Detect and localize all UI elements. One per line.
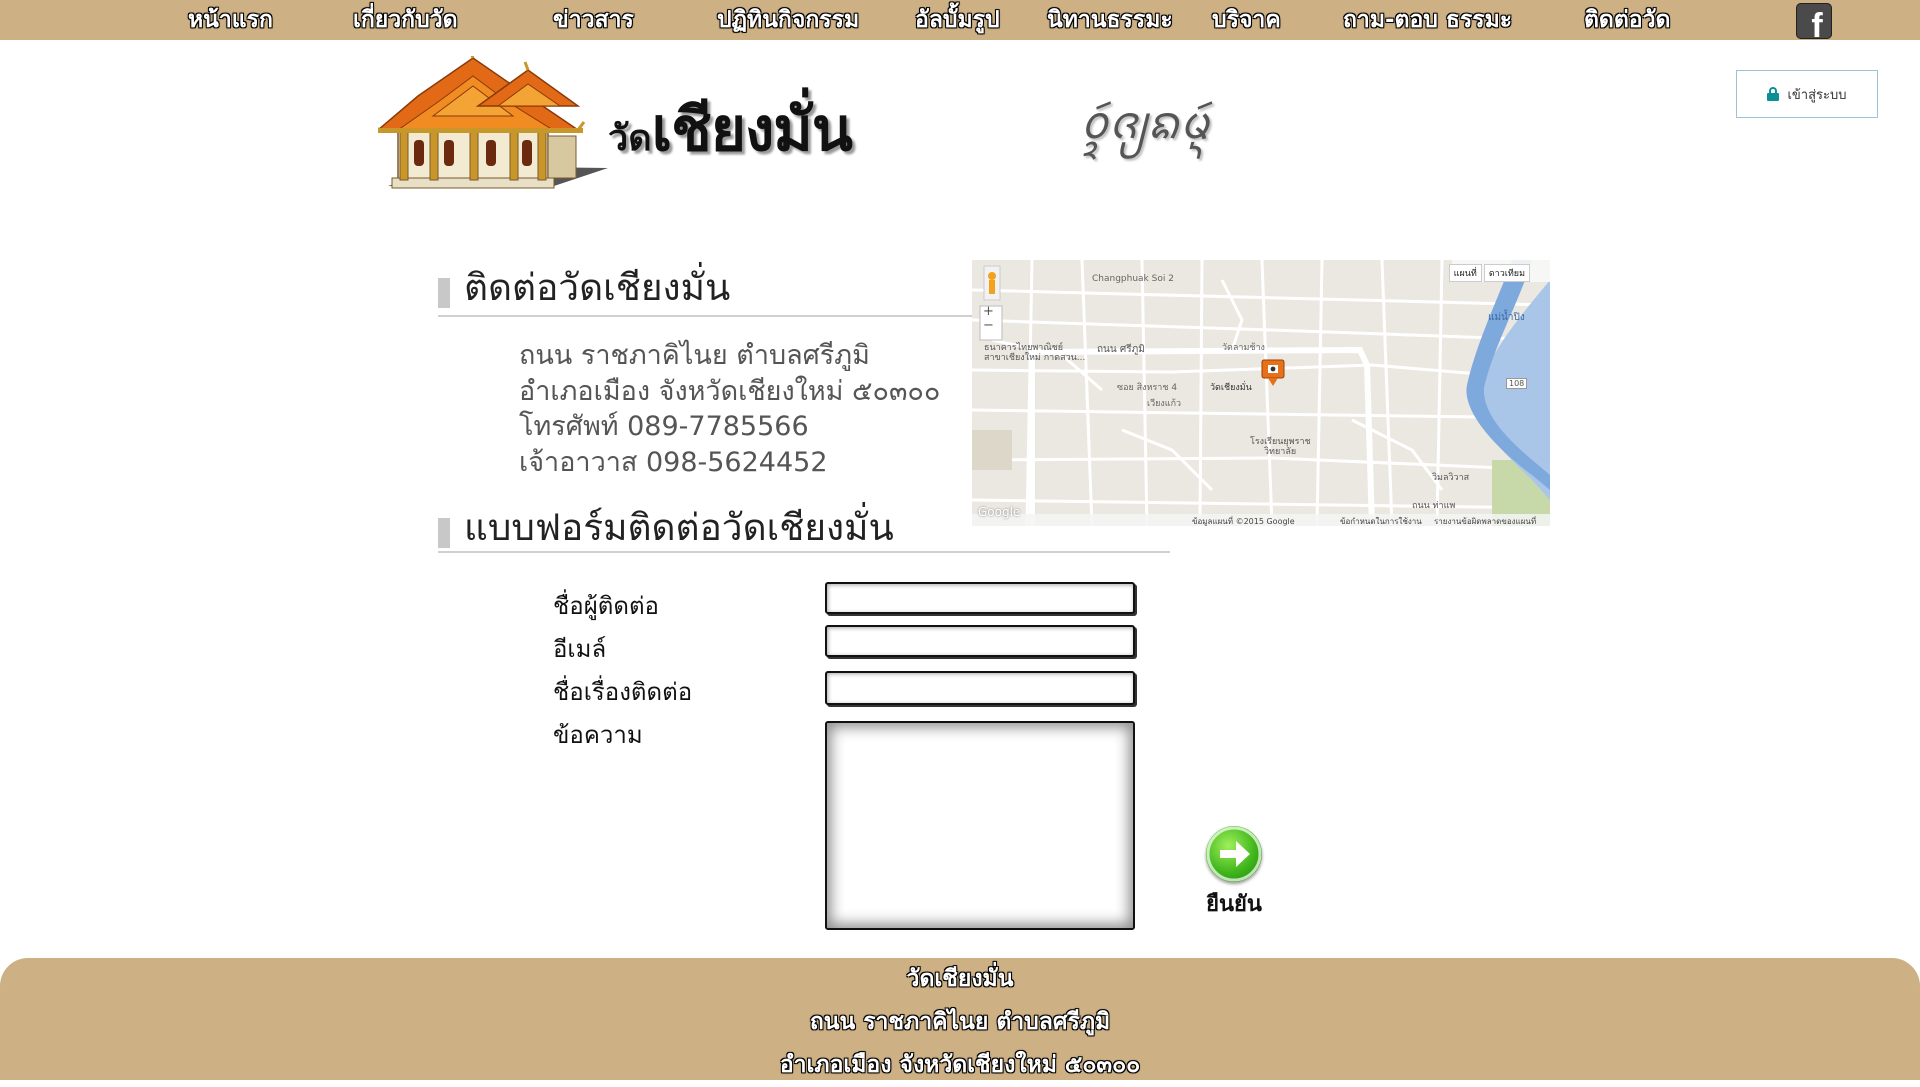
map-label-road108: 108 bbox=[1506, 378, 1528, 389]
name-field[interactable] bbox=[825, 582, 1135, 614]
site-title-prefix: วัด bbox=[608, 118, 652, 159]
temple-logo-icon bbox=[378, 56, 608, 189]
address-abbot-phone: เจ้าอาวาส 098-5624452 bbox=[519, 446, 828, 478]
footer-address-2: อำเภอเมือง จังหวัดเชียงใหม่ ๕๐๓๐๐ bbox=[779, 1052, 1141, 1078]
map-label-river: แม่น้ำปิง bbox=[1488, 312, 1525, 323]
form-heading: แบบฟอร์มติดต่อวัดเชียงมั่น bbox=[438, 506, 1178, 550]
top-nav: หน้าแรก เกี่ยวกับวัด ข่าวสาร ปฏิทินกิจกร… bbox=[0, 0, 1920, 40]
map-label-school2: วิทยาลัย bbox=[1264, 447, 1297, 457]
form-heading-text: แบบฟอร์มติดต่อวัดเชียงมั่น bbox=[464, 506, 894, 549]
map-terms-link[interactable]: ข้อกำหนดในการใช้งาน bbox=[1340, 515, 1422, 526]
map-label-wimol: วิมลวิวาส bbox=[1432, 473, 1470, 483]
map-copyright: ข้อมูลแผนที่ ©2015 Google bbox=[1192, 517, 1295, 526]
login-label: เข้าสู่ระบบ bbox=[1787, 87, 1847, 103]
map-label-road-mid: ถนน ศรีภูมิ bbox=[1097, 344, 1145, 355]
map-report-link[interactable]: รายงานข้อผิดพลาดของแผนที่ bbox=[1434, 515, 1536, 526]
login-button[interactable]: เข้าสู่ระบบ bbox=[1736, 70, 1878, 118]
address-line-1: ถนน ราชภาคิไนย ตำบลศรีภูมิ bbox=[519, 340, 870, 371]
facebook-icon[interactable]: f bbox=[1796, 3, 1832, 39]
submit-label: ยืนยัน bbox=[1206, 892, 1262, 917]
form-heading-divider bbox=[438, 551, 1170, 553]
footer-temple-name: วัดเชียงมั่น bbox=[906, 966, 1014, 992]
contact-address: ถนน ราชภาคิไนย ตำบลศรีภูมิ อำเภอเมือง จั… bbox=[519, 338, 940, 480]
nav-qa[interactable]: ถาม-ตอบ ธรรมะ bbox=[1343, 4, 1512, 36]
google-map[interactable]: แผนที่ ดาวเทียม + − Changphuak Soi 2 ธนา… bbox=[972, 260, 1550, 526]
name-label: ชื่อผู้ติดต่อ bbox=[553, 592, 659, 620]
site-title-main: เชียงมั่น bbox=[651, 95, 853, 165]
nav-album[interactable]: อัลบั้มรูป bbox=[915, 4, 1000, 36]
footer-address-1: ถนน ราชภาคิไนย ตำบลศรีภูมิ bbox=[809, 1009, 1111, 1035]
map-label-road-top: Changphuak Soi 2 bbox=[1092, 274, 1174, 284]
lanna-script-title: ᩅᩢ᩠ᨯᨩ᩠ᨿᨦᨾᩢ᩠ᨶ bbox=[1080, 95, 1210, 149]
map-label-bank2: สาขาเชียงใหม่ กาดสวน... bbox=[984, 353, 1086, 363]
email-label: อีเมล์ bbox=[553, 635, 607, 663]
nav-donate[interactable]: บริจาค bbox=[1212, 4, 1281, 36]
map-label-sala: ถนน ท่าแพ bbox=[1412, 501, 1456, 511]
nav-about[interactable]: เกี่ยวกับวัด bbox=[353, 4, 458, 36]
heading-bar bbox=[438, 518, 450, 548]
map-type-map[interactable]: แผนที่ bbox=[1448, 264, 1482, 282]
nav-home[interactable]: หน้าแรก bbox=[188, 4, 273, 36]
email-field[interactable] bbox=[825, 625, 1135, 657]
nav-news[interactable]: ข่าวสาร bbox=[553, 4, 634, 36]
map-type-buttons: แผนที่ ดาวเทียม bbox=[1448, 264, 1530, 282]
subject-field[interactable] bbox=[825, 671, 1135, 705]
arrow-right-icon bbox=[1206, 826, 1262, 882]
submit-button[interactable]: ยืนยัน bbox=[1200, 826, 1268, 918]
heading-bar bbox=[438, 278, 450, 308]
facebook-glyph: f bbox=[1811, 7, 1823, 39]
map-label-wat2: วัดลามช้าง bbox=[1222, 343, 1265, 353]
footer: วัดเชียงมั่น ถนน ราชภาคิไนย ตำบลศรีภูมิ … bbox=[0, 958, 1920, 1080]
map-label-temple: วัดเชียงมั่น bbox=[1210, 383, 1252, 393]
map-label-road-soi: ซอย สิงหราช 4 bbox=[1117, 383, 1178, 393]
address-line-2: อำเภอเมือง จังหวัดเชียงใหม่ ๕๐๓๐๐ bbox=[519, 375, 941, 407]
nav-dhamma-tales[interactable]: นิทานธรรมะ bbox=[1047, 4, 1173, 36]
message-label: ข้อความ bbox=[553, 721, 643, 749]
contact-heading: ติดต่อวัดเชียงมั่น bbox=[438, 266, 978, 310]
nav-calendar[interactable]: ปฏิทินกิจกรรม bbox=[717, 4, 859, 36]
map-type-satellite[interactable]: ดาวเทียม bbox=[1483, 264, 1530, 282]
contact-heading-text: ติดต่อวัดเชียงมั่น bbox=[464, 266, 731, 309]
map-label-wiang: เวียงแก้ว bbox=[1147, 399, 1182, 409]
message-field[interactable] bbox=[825, 721, 1135, 930]
subject-label: ชื่อเรื่องติดต่อ bbox=[553, 678, 693, 706]
contact-heading-divider bbox=[438, 315, 972, 317]
lock-icon bbox=[1767, 87, 1780, 101]
address-phone: โทรศัพท์ 089-7785566 bbox=[519, 411, 809, 442]
map-zoom-in[interactable]: + bbox=[983, 304, 994, 319]
nav-contact[interactable]: ติดต่อวัด bbox=[1584, 4, 1670, 36]
site-title: วัดเชียงมั่น bbox=[608, 90, 853, 170]
map-zoom-out[interactable]: − bbox=[983, 318, 994, 333]
